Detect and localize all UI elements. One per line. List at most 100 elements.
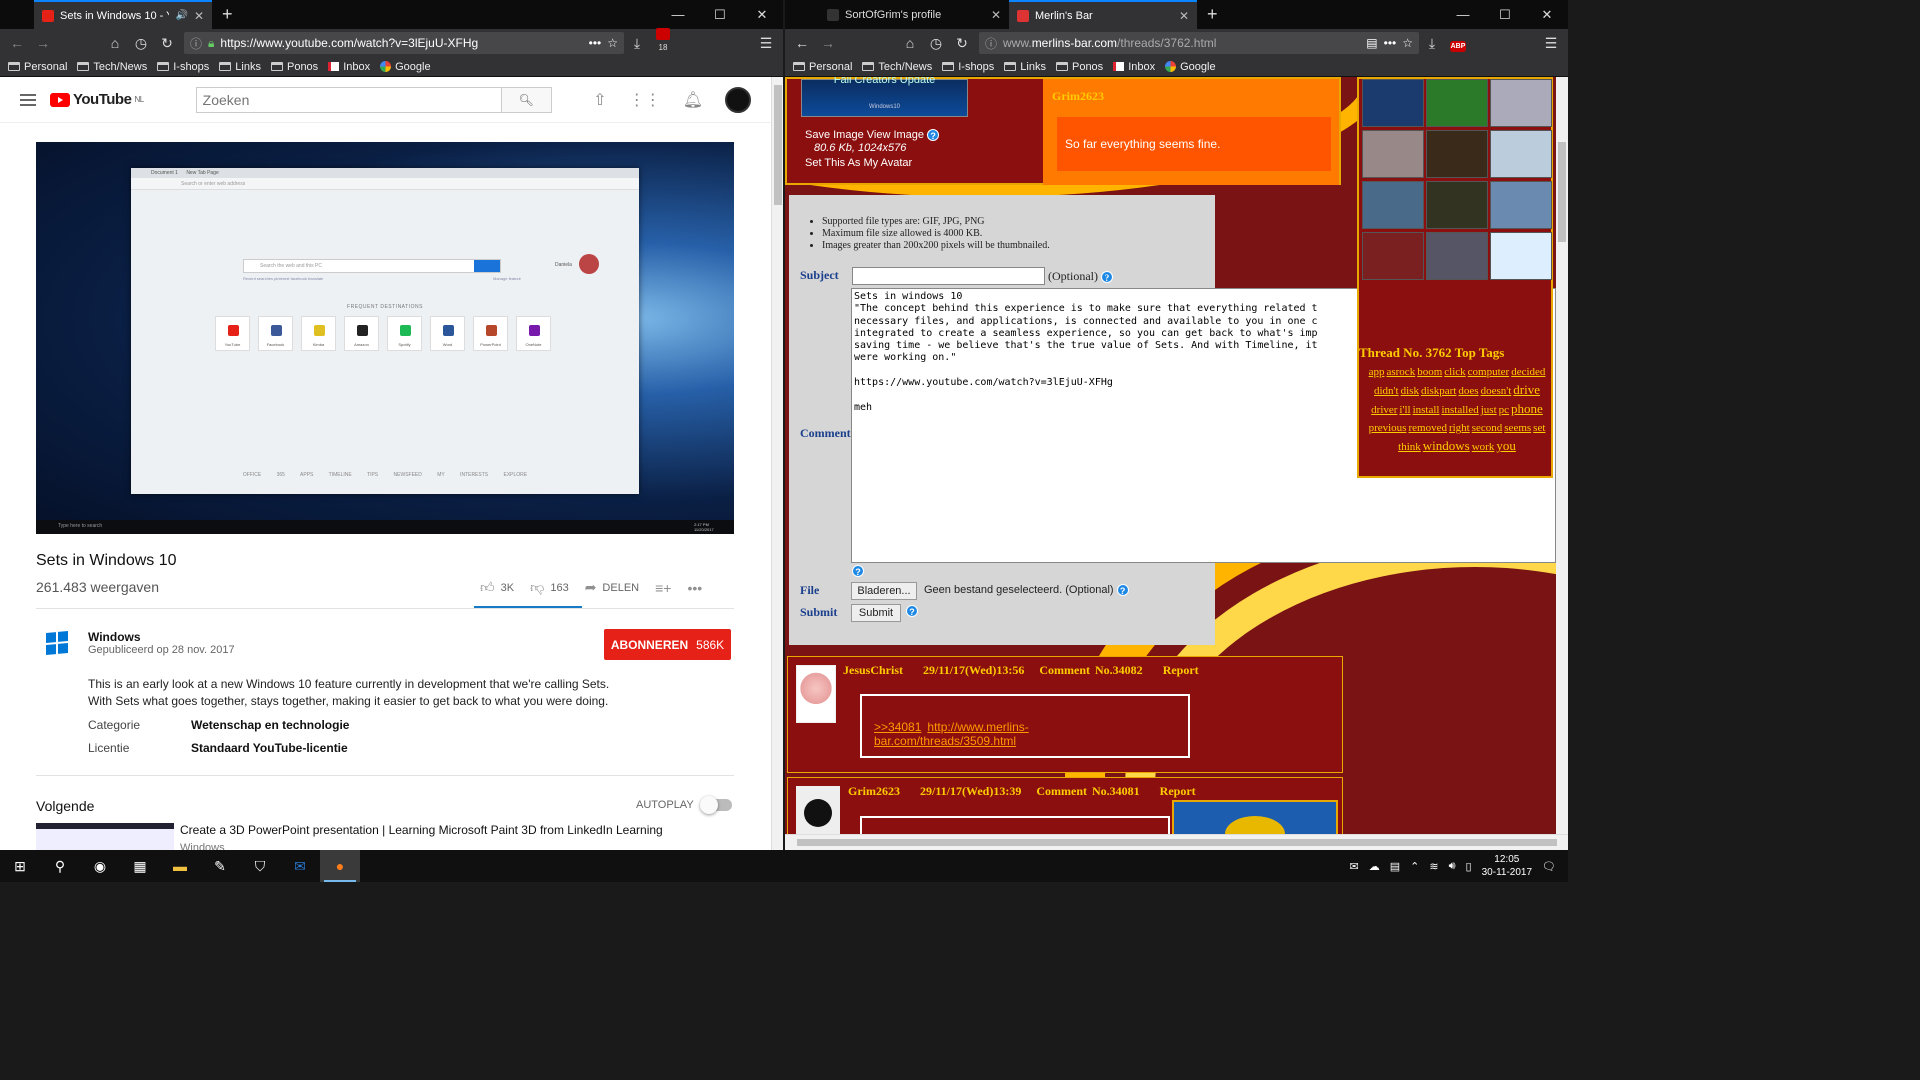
tag-link[interactable]: previous <box>1369 420 1407 437</box>
help-icon[interactable]: ? <box>1101 271 1113 284</box>
back-icon[interactable]: ← <box>4 35 30 51</box>
hamburger-menu-icon[interactable] <box>20 93 36 106</box>
tag-link[interactable]: i'll <box>1399 402 1410 419</box>
info-icon[interactable]: ⓘ <box>190 35 202 52</box>
gallery-thumbnail[interactable] <box>1362 181 1424 229</box>
tag-link[interactable]: just <box>1481 402 1497 419</box>
gallery-thumbnail[interactable] <box>1490 130 1552 178</box>
account-avatar[interactable] <box>725 86 751 113</box>
close-tab-icon[interactable]: ✕ <box>1179 9 1189 23</box>
close-tab-icon[interactable]: ✕ <box>991 8 1001 22</box>
chevron-up-icon[interactable]: ⌃ <box>1410 860 1419 873</box>
notifications-bell-icon[interactable]: 🔔︎ <box>683 90 703 110</box>
share-button[interactable]: ➦ DELEN <box>585 579 639 596</box>
history-icon[interactable]: ◷ <box>128 35 154 52</box>
info-icon[interactable]: ⓘ <box>985 35 997 52</box>
bookmark-technews[interactable]: Tech/News <box>862 61 932 73</box>
bookmark-star-icon[interactable]: ☆ <box>607 36 618 50</box>
scrollbar-thumb[interactable] <box>797 839 1557 846</box>
bookmark-personal[interactable]: Personal <box>8 61 67 73</box>
bookmark-ishops[interactable]: I-shops <box>942 61 994 73</box>
tag-link[interactable]: app <box>1369 364 1385 381</box>
subscribe-button[interactable]: ABONNEREN 586K <box>604 629 731 660</box>
start-button-windows-icon[interactable]: ⊞ <box>0 850 40 882</box>
tag-link[interactable]: computer <box>1468 364 1510 381</box>
tag-link[interactable]: set <box>1533 420 1545 437</box>
gallery-thumbnail[interactable] <box>1362 79 1424 127</box>
meta-value[interactable]: Wetenschap en technologie <box>191 718 349 732</box>
file-explorer-icon[interactable]: ▬ <box>160 850 200 882</box>
reload-icon[interactable]: ↻ <box>949 35 975 52</box>
app-icon[interactable]: ◉ <box>80 850 120 882</box>
bookmark-links[interactable]: Links <box>1004 61 1046 73</box>
new-tab-button[interactable]: + <box>212 0 243 29</box>
close-tab-icon[interactable]: ✕ <box>194 9 204 23</box>
apps-grid-icon[interactable]: ⋮⋮ <box>629 90 661 110</box>
gallery-thumbnail[interactable] <box>1490 79 1552 127</box>
url-bar[interactable]: ⓘ 🔒︎ https://www.youtube.com/watch?v=3lE… <box>184 32 624 54</box>
gallery-thumbnail[interactable] <box>1490 232 1552 280</box>
onedrive-icon[interactable]: ☁ <box>1369 860 1380 873</box>
help-icon[interactable]: ? <box>1116 584 1129 597</box>
url-text[interactable]: https://www.youtube.com/watch?v=3lEjuU-X… <box>220 36 478 50</box>
volume-icon[interactable]: 🔊︎ <box>1449 860 1456 873</box>
scrollbar-thumb[interactable] <box>774 85 782 205</box>
bookmark-google[interactable]: Google <box>380 61 431 73</box>
menu-icon[interactable]: ☰ <box>1538 35 1564 52</box>
tag-link[interactable]: you <box>1496 437 1516 454</box>
upload-icon[interactable]: ⇧ <box>593 90 606 110</box>
history-icon[interactable]: ◷ <box>923 35 949 52</box>
post-user[interactable]: Grim2623 <box>848 784 900 798</box>
user-avatar-skull[interactable] <box>796 786 840 834</box>
tab-sortofgrim-profile[interactable]: SortOfGrim's profile ✕ <box>819 0 1009 29</box>
tag-link[interactable]: didn't <box>1374 383 1399 400</box>
url-bar[interactable]: ⓘ www.merlins-bar.com/threads/3762.html … <box>979 32 1419 54</box>
minimize-icon[interactable]: — <box>1442 0 1484 29</box>
minimize-icon[interactable]: — <box>657 0 699 29</box>
bookmark-ishops[interactable]: I-shops <box>157 61 209 73</box>
gallery-thumbnail[interactable] <box>1426 181 1488 229</box>
tab-youtube[interactable]: Sets in Windows 10 - YouTu 🔊 ✕ <box>34 0 212 29</box>
tag-link[interactable]: right <box>1449 420 1470 437</box>
wifi-icon[interactable]: ≋ <box>1429 860 1438 873</box>
tag-link[interactable]: phone <box>1511 400 1543 417</box>
next-video-title[interactable]: Create a 3D PowerPoint presentation | Le… <box>180 823 680 837</box>
audio-icon[interactable]: 🔊 <box>175 10 187 21</box>
search-input[interactable] <box>195 86 502 113</box>
set-avatar-link[interactable]: Set This As My Avatar <box>805 157 912 169</box>
horizontal-scrollbar[interactable] <box>785 834 1568 850</box>
youtube-logo[interactable]: YouTube NL <box>50 91 144 108</box>
gallery-thumbnail[interactable] <box>1362 130 1424 178</box>
post-image[interactable] <box>1172 800 1338 834</box>
action-center-icon[interactable]: 🗨︎ <box>1542 860 1556 873</box>
tag-link[interactable]: driver <box>1371 402 1397 419</box>
post-user[interactable]: JesusChrist <box>843 663 903 677</box>
gallery-thumbnail[interactable] <box>1490 181 1552 229</box>
page-actions-icon[interactable]: ••• <box>589 36 602 50</box>
user-avatar[interactable] <box>796 665 836 723</box>
post-author[interactable]: Grim2623 <box>1052 89 1104 104</box>
outlook-tray-icon[interactable]: ✉ <box>1350 860 1359 873</box>
battery-icon[interactable]: ▯ <box>1466 860 1472 873</box>
bookmark-ponos[interactable]: Ponos <box>270 61 318 73</box>
download-icon[interactable]: ⤓ <box>624 35 650 52</box>
tag-link[interactable]: seems <box>1504 420 1531 437</box>
network-icon[interactable]: ▤ <box>1390 860 1400 873</box>
firefox-icon[interactable]: ● <box>320 850 360 882</box>
outlook-icon[interactable]: ✉ <box>280 850 320 882</box>
reader-view-icon[interactable]: ▤ <box>1366 36 1377 50</box>
maximize-icon[interactable]: ☐ <box>699 0 741 29</box>
close-window-icon[interactable]: ✕ <box>741 0 783 29</box>
save-view-image-links[interactable]: Save Image View Image ? <box>805 129 940 142</box>
forward-icon[interactable]: → <box>30 35 56 51</box>
addon-icon[interactable]: 18 <box>650 27 676 59</box>
help-icon[interactable]: ? <box>927 129 940 142</box>
reload-icon[interactable]: ↻ <box>154 35 180 52</box>
bookmark-technews[interactable]: Tech/News <box>77 61 147 73</box>
page-scrollbar[interactable] <box>771 77 783 850</box>
bookmark-star-icon[interactable]: ☆ <box>1402 36 1413 50</box>
next-video-thumbnail[interactable] <box>36 823 174 850</box>
like-button[interactable]: 👍︎ 3K <box>480 579 514 596</box>
adblock-icon[interactable]: ABP <box>1445 35 1471 52</box>
close-window-icon[interactable]: ✕ <box>1526 0 1568 29</box>
